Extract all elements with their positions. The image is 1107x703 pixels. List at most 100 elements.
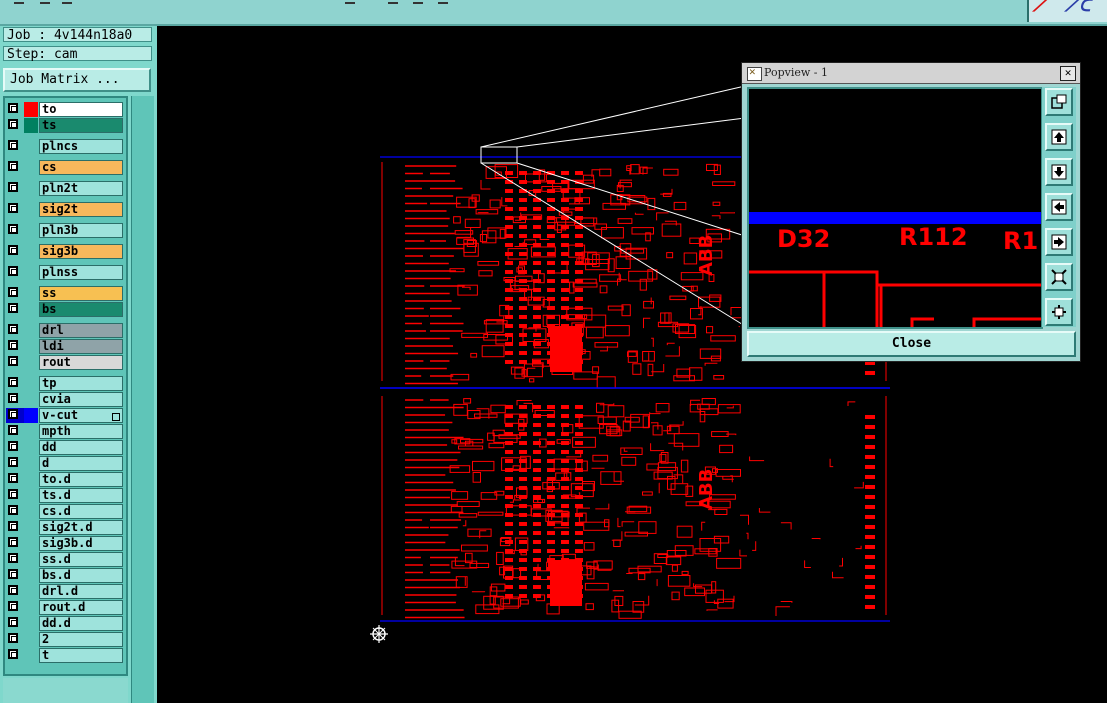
component-outline bbox=[646, 463, 660, 471]
trace bbox=[650, 443, 665, 452]
pad bbox=[533, 486, 541, 490]
component-outline bbox=[715, 469, 741, 477]
pan-down-icon[interactable] bbox=[1045, 158, 1073, 186]
pan-left-icon[interactable] bbox=[1045, 193, 1073, 221]
component-outline bbox=[583, 542, 595, 551]
pad bbox=[561, 306, 569, 310]
component-outline bbox=[647, 363, 654, 377]
trace bbox=[839, 557, 843, 567]
component-outline bbox=[597, 416, 617, 425]
trace bbox=[775, 606, 790, 616]
zoom-in-icon[interactable] bbox=[1045, 263, 1073, 291]
component-outline bbox=[713, 375, 725, 380]
pad bbox=[561, 207, 569, 211]
pad bbox=[519, 360, 527, 364]
trace bbox=[739, 549, 747, 557]
component-outline bbox=[665, 556, 682, 566]
pad bbox=[533, 405, 541, 409]
trace bbox=[829, 458, 834, 468]
pad bbox=[575, 459, 583, 463]
zoom-label: D32 bbox=[777, 225, 830, 253]
component-outline bbox=[632, 601, 645, 613]
pad bbox=[575, 513, 583, 517]
pad bbox=[505, 279, 513, 283]
pad bbox=[547, 288, 555, 292]
pad bbox=[561, 180, 569, 184]
pad bbox=[575, 450, 583, 454]
pad bbox=[533, 504, 541, 508]
component-outline bbox=[594, 342, 619, 348]
trace bbox=[811, 538, 821, 540]
pad bbox=[519, 405, 527, 409]
component-outline bbox=[681, 570, 689, 576]
close-button[interactable]: Close bbox=[747, 331, 1076, 357]
component-outline bbox=[637, 573, 646, 581]
pad bbox=[561, 270, 569, 274]
pad bbox=[519, 270, 527, 274]
pad bbox=[575, 540, 583, 544]
trace bbox=[623, 448, 628, 452]
pad bbox=[533, 576, 541, 580]
component-outline bbox=[706, 326, 714, 334]
component-outline bbox=[480, 492, 498, 500]
pad bbox=[865, 565, 875, 569]
popview-titlebar[interactable]: Popview - 1 ✕ bbox=[742, 63, 1080, 84]
pad bbox=[547, 261, 555, 265]
component-outline bbox=[607, 405, 625, 418]
pad bbox=[519, 459, 527, 463]
pad bbox=[575, 207, 583, 211]
pan-up-icon[interactable] bbox=[1045, 123, 1073, 151]
pad bbox=[547, 459, 555, 463]
popview-zoom-view[interactable]: D32 R112 R1 bbox=[747, 87, 1043, 329]
pad bbox=[533, 225, 541, 229]
pad bbox=[533, 531, 541, 535]
pad bbox=[561, 297, 569, 301]
component-outline bbox=[490, 583, 506, 592]
component-outline bbox=[582, 481, 595, 492]
close-icon[interactable]: ✕ bbox=[1060, 66, 1076, 81]
pad bbox=[561, 459, 569, 463]
pad bbox=[547, 279, 555, 283]
trace bbox=[462, 520, 467, 527]
component-outline bbox=[712, 181, 736, 187]
pad bbox=[575, 252, 583, 256]
trace bbox=[591, 467, 605, 469]
zoom-fit-icon[interactable] bbox=[1045, 88, 1073, 116]
pad bbox=[561, 288, 569, 292]
pad bbox=[533, 477, 541, 481]
component-outline bbox=[661, 223, 682, 237]
pad bbox=[505, 306, 513, 310]
pad bbox=[575, 315, 583, 319]
component-outline bbox=[666, 252, 674, 259]
component-outline bbox=[711, 581, 717, 594]
pad bbox=[547, 450, 555, 454]
component-outline bbox=[684, 587, 706, 597]
component-outline bbox=[470, 352, 478, 358]
pad bbox=[519, 198, 527, 202]
pad bbox=[519, 513, 527, 517]
pad bbox=[505, 297, 513, 301]
trace bbox=[832, 571, 844, 579]
pad bbox=[575, 423, 583, 427]
pad bbox=[533, 216, 541, 220]
pan-right-icon[interactable] bbox=[1045, 228, 1073, 256]
component-outline bbox=[716, 557, 742, 569]
pad bbox=[519, 225, 527, 229]
pad bbox=[505, 477, 513, 481]
zoom-out-icon[interactable] bbox=[1045, 298, 1073, 326]
pad bbox=[533, 234, 541, 238]
component-outline bbox=[667, 575, 691, 587]
pad bbox=[561, 225, 569, 229]
component-outline bbox=[717, 598, 734, 609]
pad bbox=[505, 360, 513, 364]
pad bbox=[519, 216, 527, 220]
component-outline bbox=[477, 511, 504, 516]
trace bbox=[509, 499, 514, 503]
component-outline bbox=[451, 491, 469, 500]
pad bbox=[533, 459, 541, 463]
pad bbox=[519, 450, 527, 454]
pad bbox=[505, 315, 513, 319]
pad bbox=[533, 585, 541, 589]
component-outline bbox=[607, 305, 624, 311]
trace bbox=[621, 521, 635, 527]
